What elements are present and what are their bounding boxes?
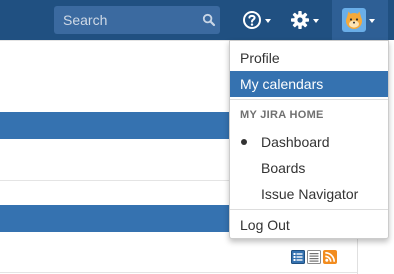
menu-item-log-out[interactable]: Log Out [230,212,388,238]
list-view-icon[interactable] [291,250,305,264]
user-dropdown-menu: Profile My calendars MY JIRA HOME Dashbo… [229,40,389,239]
menu-item-label: Boards [261,160,306,176]
menu-item-label: Issue Navigator [261,186,359,202]
menu-item-my-calendars[interactable]: My calendars [230,71,388,97]
top-navigation-bar [0,0,394,40]
gadget-header-bar [0,112,240,139]
menu-divider [230,209,388,210]
help-menu-button[interactable] [242,0,282,40]
menu-item-boards[interactable]: Boards [230,155,388,181]
rss-icon[interactable] [323,250,337,264]
menu-item-label: My calendars [240,76,324,92]
menu-item-label: Log Out [240,217,290,233]
menu-item-dashboard[interactable]: Dashboard [230,129,388,155]
menu-item-profile[interactable]: Profile [230,45,388,71]
view-options [291,250,337,264]
gear-icon [291,11,309,29]
menu-item-label: Profile [240,50,280,66]
quick-search [54,6,220,34]
magnifier-icon[interactable] [202,13,216,27]
user-avatar-icon [342,8,366,32]
selected-bullet-icon [241,139,247,145]
chevron-down-icon [313,19,319,23]
admin-settings-button[interactable] [290,0,330,40]
gadget-header-bar [0,205,240,232]
user-profile-button[interactable] [332,0,388,40]
row-divider [0,272,358,273]
chevron-down-icon [265,19,271,23]
menu-item-label: Dashboard [261,134,330,150]
menu-divider [230,99,388,100]
detail-view-icon[interactable] [307,250,321,264]
chevron-down-icon [369,19,375,23]
search-input[interactable] [54,6,194,34]
help-circle-icon [243,11,261,29]
menu-item-issue-navigator[interactable]: Issue Navigator [230,181,388,207]
menu-section-title: MY JIRA HOME [240,109,324,121]
